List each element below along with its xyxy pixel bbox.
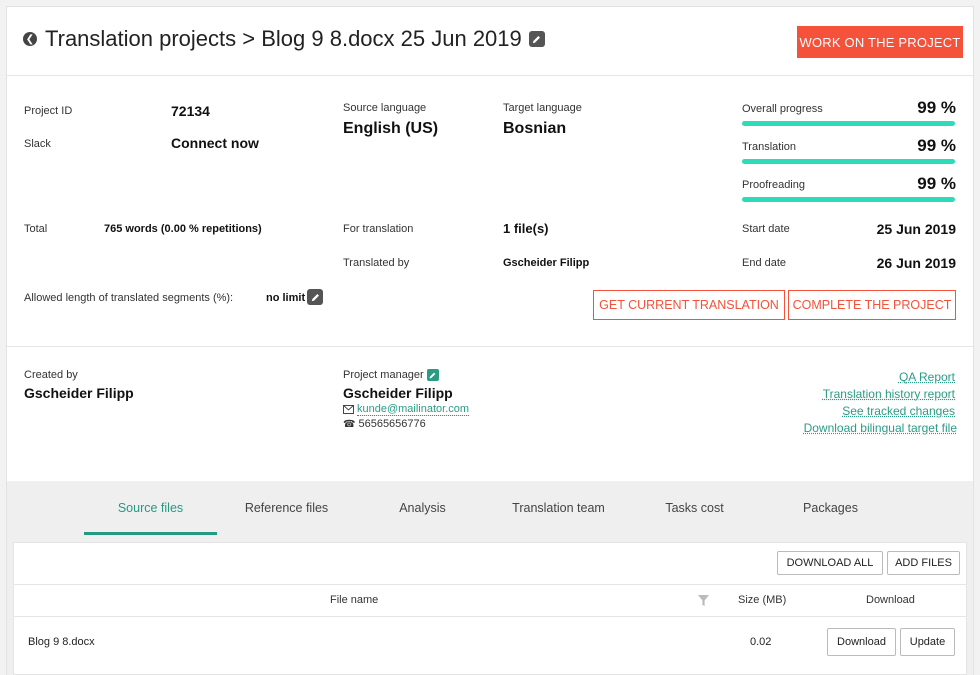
translation-progress-label: Translation xyxy=(742,141,797,153)
filter-icon[interactable] xyxy=(698,595,709,606)
proofreading-progress-bar xyxy=(742,197,955,202)
translation-history-report-link[interactable]: Translation history report xyxy=(707,387,955,401)
translation-progress-value: 99 % xyxy=(917,136,956,155)
get-current-translation-button[interactable]: GET CURRENT TRANSLATION xyxy=(593,290,785,320)
slack-connect-link[interactable]: Connect now xyxy=(171,135,259,151)
end-date-value: 26 Jun 2019 xyxy=(876,255,956,271)
start-date-value: 25 Jun 2019 xyxy=(876,221,956,237)
total-label: Total xyxy=(24,223,48,235)
download-all-button[interactable]: DOWNLOAD ALL xyxy=(777,551,883,575)
for-translation-label: For translation xyxy=(343,223,414,235)
page-title-text: Translation projects > Blog 9 8.docx 25 … xyxy=(45,26,522,51)
allowed-length-label: Allowed length of translated segments (%… xyxy=(24,292,234,304)
work-on-project-button[interactable]: WORK ON THE PROJECT xyxy=(797,26,963,58)
pencil-icon[interactable] xyxy=(307,289,323,305)
source-language-value: English (US) xyxy=(343,120,439,137)
target-language-label: Target language xyxy=(503,102,582,114)
project-card: ❮ Translation projects > Blog 9 8.docx 2… xyxy=(6,6,974,675)
col-file-name[interactable]: File name xyxy=(330,594,378,606)
qa-report-link[interactable]: QA Report xyxy=(707,370,955,384)
start-date-label: Start date xyxy=(742,223,790,235)
translated-by-value: Gscheider Filipp xyxy=(503,257,590,269)
table-row: Blog 9 8.docx 0.02 Download Update xyxy=(14,617,966,667)
source-files-panel: DOWNLOAD ALL ADD FILES File name Size (M… xyxy=(13,542,967,675)
complete-project-button[interactable]: COMPLETE THE PROJECT xyxy=(788,290,956,320)
allowed-length-value: no limit xyxy=(266,292,306,304)
overall-progress-label: Overall progress xyxy=(742,103,823,115)
project-manager-name: Gscheider Filipp xyxy=(343,385,453,401)
pencil-icon[interactable] xyxy=(528,31,545,47)
overall-progress-value: 99 % xyxy=(917,98,956,117)
active-tab-indicator xyxy=(84,532,217,535)
pm-phone: ☎ 56565656776 xyxy=(343,418,426,430)
download-file-button[interactable]: Download xyxy=(827,628,896,656)
project-id-value: 72134 xyxy=(171,103,210,119)
tab-tasks-cost[interactable]: Tasks cost xyxy=(628,501,761,515)
translation-progress-bar xyxy=(742,159,955,164)
tab-analysis[interactable]: Analysis xyxy=(356,501,489,515)
tab-packages[interactable]: Packages xyxy=(764,501,897,515)
project-id-label: Project ID xyxy=(24,105,73,117)
col-download: Download xyxy=(866,594,915,606)
download-bilingual-link[interactable]: Download bilingual target file xyxy=(707,421,957,435)
project-manager-label: Project manager xyxy=(343,369,439,381)
divider xyxy=(7,346,973,347)
for-translation-value: 1 file(s) xyxy=(503,221,549,236)
end-date-label: End date xyxy=(742,257,787,269)
back-circle-icon[interactable]: ❮ xyxy=(23,32,37,46)
add-files-button[interactable]: ADD FILES xyxy=(887,551,960,575)
created-by-label: Created by xyxy=(24,369,78,381)
pm-email-text[interactable]: kunde@mailinator.com xyxy=(357,403,470,416)
envelope-icon xyxy=(343,405,354,414)
total-value: 765 words (0.00 % repetitions) xyxy=(104,223,262,235)
project-manager-label-text: Project manager xyxy=(343,369,424,381)
overall-progress-bar xyxy=(742,121,955,126)
slack-label: Slack xyxy=(24,138,51,150)
update-file-button[interactable]: Update xyxy=(900,628,955,656)
proofreading-progress-value: 99 % xyxy=(917,174,956,193)
tab-translation-team[interactable]: Translation team xyxy=(492,501,625,515)
tab-reference-files[interactable]: Reference files xyxy=(220,501,353,515)
divider xyxy=(7,75,973,76)
file-size-cell: 0.02 xyxy=(750,636,772,648)
target-language-value: Bosnian xyxy=(503,120,567,137)
source-language-label: Source language xyxy=(343,102,427,114)
tracked-changes-link[interactable]: See tracked changes xyxy=(707,404,955,418)
file-name-cell: Blog 9 8.docx xyxy=(28,636,95,648)
proofreading-progress-label: Proofreading xyxy=(742,179,805,191)
pm-edit-icon[interactable] xyxy=(426,369,439,381)
created-by-value: Gscheider Filipp xyxy=(24,385,134,401)
divider xyxy=(14,584,966,585)
translated-by-label: Translated by xyxy=(343,257,410,269)
pm-phone-text: 56565656776 xyxy=(358,418,426,430)
tab-source-files[interactable]: Source files xyxy=(84,501,217,515)
phone-icon: ☎ xyxy=(343,418,356,430)
col-size[interactable]: Size (MB) xyxy=(738,594,786,606)
page-title: ❮ Translation projects > Blog 9 8.docx 2… xyxy=(23,26,545,52)
pm-email[interactable]: kunde@mailinator.com xyxy=(343,403,470,416)
